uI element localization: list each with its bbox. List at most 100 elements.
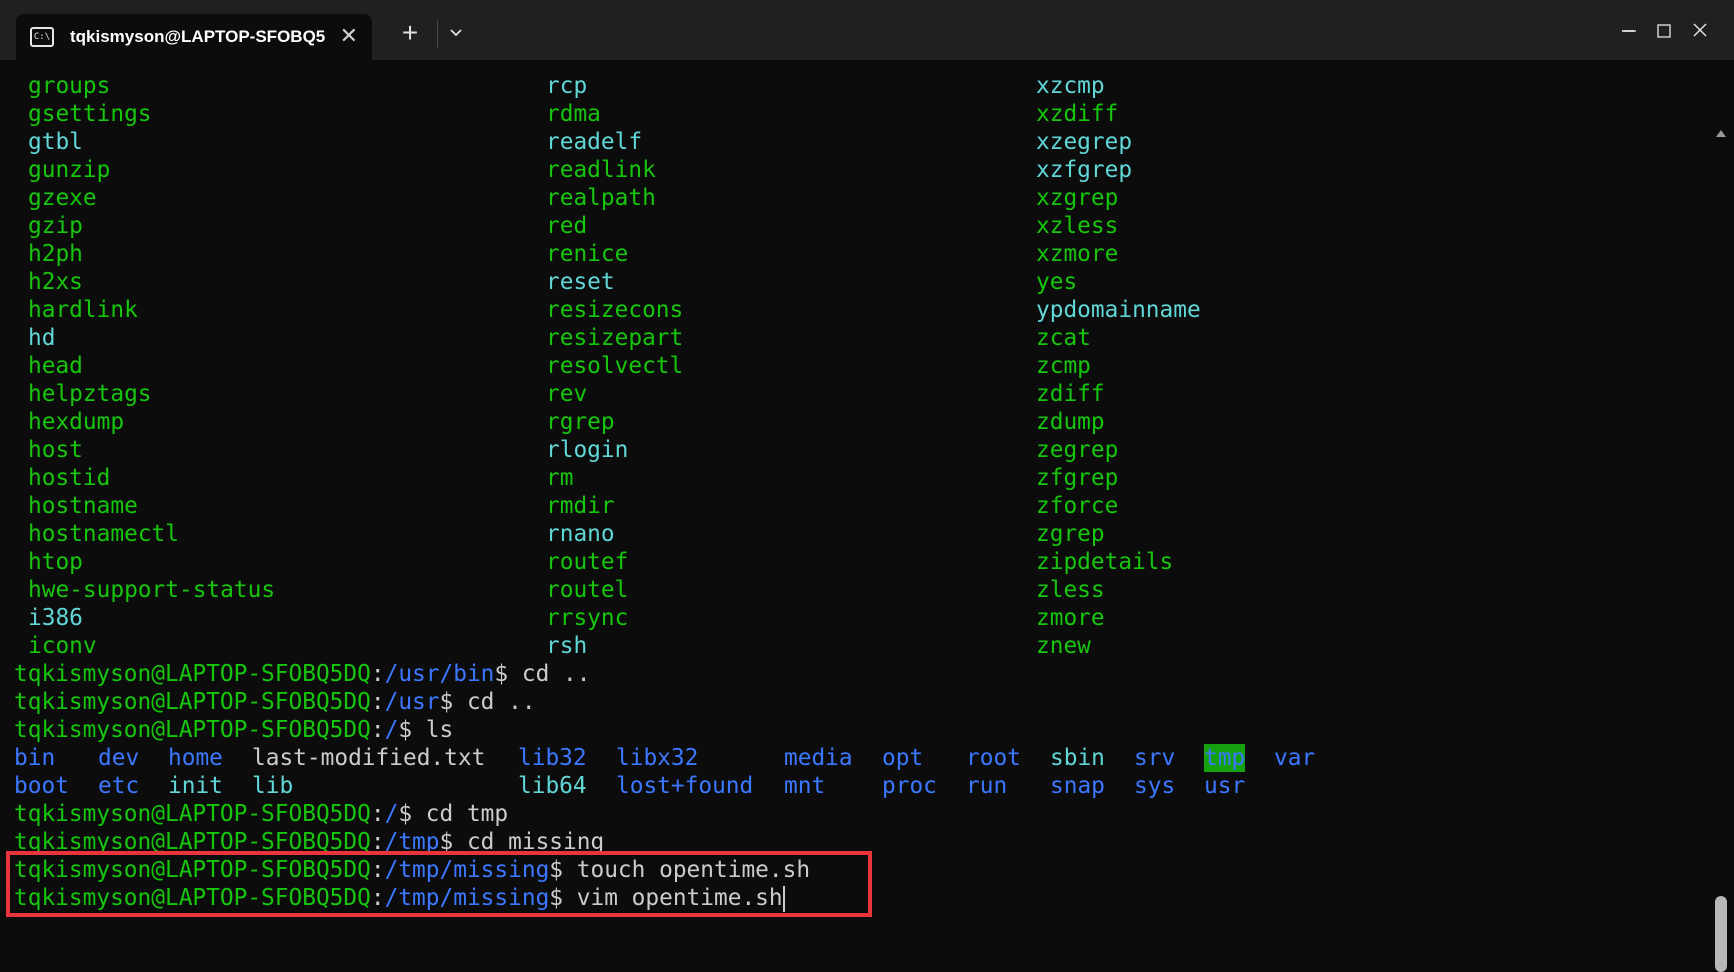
listing-item: rcp [546,73,588,99]
prompt-dollar: $ [398,717,413,743]
listing-item: xzegrep [1036,129,1133,155]
directory-entry: boot [14,773,69,799]
listing-item: gsettings [28,101,152,127]
title-bar: C:\ tqkismyson@LAPTOP-SFOBQ5DQ: /tmp/mis… [0,0,1734,60]
listing-item: readlink [546,157,656,183]
scrollbar[interactable] [1708,60,1734,972]
prompt-line: tqkismyson@LAPTOP-SFOBQ5DQ:/$ cd tmp [14,800,810,828]
listing-item: rnano [546,521,615,547]
directory-entry: root [966,745,1021,771]
directory-entry: libx32 [616,745,699,771]
listing-item: zcmp [1036,353,1091,379]
listing-item: hwe-support-status [28,577,276,603]
listing-item: xzgrep [1036,185,1119,211]
listing-item: xzmore [1036,241,1119,267]
directory-entry: tmp [1204,744,1246,772]
directory-entry: mnt [784,773,826,799]
directory-entry: etc [98,773,140,799]
listing-item: h2xs [28,269,83,295]
listing-column-3: xzcmp xzdiff xzegrep xzfgrep xzgrep xzless xzm… [1036,72,1201,660]
prompt-line: tqkismyson@LAPTOP-SFOBQ5DQ:/usr/bin$ cd … [14,660,810,688]
listing-item: rsh [546,633,588,659]
listing-item: zless [1036,577,1105,603]
listing-item: znew [1036,633,1091,659]
directory-entry: sys [1134,773,1176,799]
scrollbar-thumb[interactable] [1715,896,1727,972]
listing-item: i386 [28,605,83,631]
listing-item: hardlink [28,297,138,323]
listing-item: host [28,437,83,463]
listing-item: zdiff [1036,381,1105,407]
prompt-colon: : [370,801,385,827]
directory-entry: snap [1050,773,1105,799]
prompt-line: tqkismyson@LAPTOP-SFOBQ5DQ:/$ ls [14,716,810,744]
prompt-dollar: $ [439,689,454,715]
listing-item: resizepart [546,325,684,351]
listing-item: rrsync [546,605,629,631]
listing-item: h2ph [28,241,83,267]
listing-item: hostid [28,465,111,491]
prompt-colon: : [370,661,385,687]
directory-entry: proc [882,773,937,799]
listing-item: readelf [546,129,643,155]
scroll-up-icon[interactable] [1716,130,1726,137]
listing-item: rev [546,381,588,407]
directory-entry: last-modified.txt [252,745,486,771]
listing-item: resolvectl [546,353,684,379]
tab-title: tqkismyson@LAPTOP-SFOBQ5DQ: /tmp/missing [70,27,325,46]
listing-item: resizecons [546,297,684,323]
prompt-line: tqkismyson@LAPTOP-SFOBQ5DQ:/usr$ cd .. [14,688,810,716]
command-text: cd .. [508,661,591,687]
directory-entry: srv [1134,745,1176,771]
listing-item: zcat [1036,325,1091,351]
listing-item: zfgrep [1036,465,1119,491]
listing-item: realpath [546,185,656,211]
listing-item: zdump [1036,409,1105,435]
listing-item: routef [546,549,629,575]
directory-entry: home [168,745,223,771]
listing-item: xzless [1036,213,1119,239]
prompt-path: / [384,801,399,827]
listing-item: ypdomainname [1036,297,1201,323]
listing-item: routel [546,577,629,603]
new-tab-button[interactable]: + [392,14,428,54]
listing-item: gzip [28,213,83,239]
directory-entry: dev [98,745,140,771]
chevron-down-icon[interactable] [442,18,470,54]
listing-item: xzcmp [1036,73,1105,99]
listing-item: zipdetails [1036,549,1174,575]
listing-item: htop [28,549,83,575]
listing-item: rlogin [546,437,629,463]
prompt-colon: : [370,689,385,715]
terminal-icon: C:\ [30,27,54,47]
listing-item: helpztags [28,381,152,407]
ls-output-row: bin dev home last-modified.txt lib32 libx32 me… [14,744,1315,772]
listing-item: renice [546,241,629,267]
listing-item: hostnamectl [28,521,179,547]
close-window-button[interactable] [1666,0,1734,60]
highlight-box [6,851,872,917]
close-tab-icon[interactable]: ✕ [340,24,358,48]
listing-item: xzdiff [1036,101,1119,127]
directory-entry: lib64 [518,773,587,799]
tab-divider [437,20,438,48]
prompt-colon: : [370,717,385,743]
command-text: ls [412,717,454,743]
listing-item: hostname [28,493,138,519]
prompt-path: /usr [384,689,440,715]
prompt-user: tqkismyson@LAPTOP-SFOBQ5DQ [14,801,371,827]
directory-entry: opt [882,745,924,771]
listing-item: rm [546,465,574,491]
terminal-tab[interactable]: C:\ tqkismyson@LAPTOP-SFOBQ5DQ: /tmp/mis… [16,14,372,60]
listing-item: hd [28,325,56,351]
listing-item: rgrep [546,409,615,435]
command-text: cd tmp [412,801,509,827]
directory-entry: lib32 [518,745,587,771]
ls-output-row: boot etc init lib lib64 lost+found mnt proc run s… [14,772,1245,800]
directory-entry: usr [1204,773,1246,799]
listing-item: zmore [1036,605,1105,631]
directory-entry: lost+found [616,773,754,799]
listing-item: groups [28,73,111,99]
prompt-user: tqkismyson@LAPTOP-SFOBQ5DQ [14,689,371,715]
listing-item: hexdump [28,409,125,435]
